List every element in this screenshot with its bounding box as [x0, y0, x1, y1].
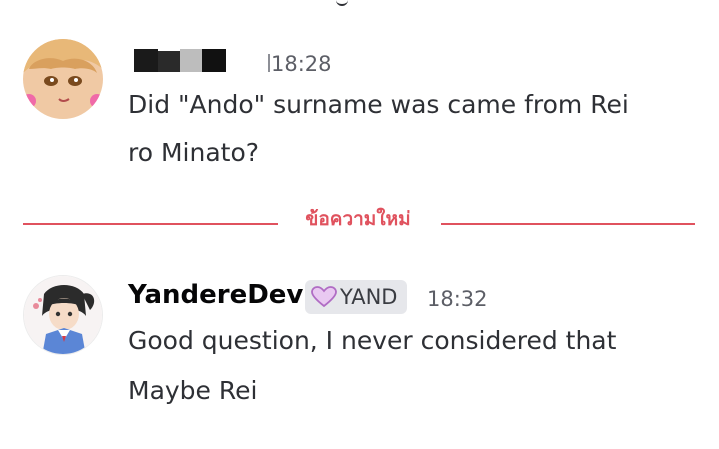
- author-name[interactable]: YandereDev: [128, 280, 303, 310]
- message-line: Maybe Rei: [128, 376, 258, 405]
- avatar[interactable]: [23, 275, 103, 355]
- message-content: Good question, I never considered that M…: [128, 317, 616, 415]
- role-tag[interactable]: YAND: [305, 280, 408, 314]
- message-line: Good question, I never considered that: [128, 326, 617, 355]
- role-tag-label: YAND: [340, 285, 398, 309]
- message-timestamp: 18:32: [427, 287, 488, 311]
- message-2: YandereDev YAND 18:32 Good question, I n…: [0, 0, 719, 449]
- heart-icon: [311, 286, 337, 308]
